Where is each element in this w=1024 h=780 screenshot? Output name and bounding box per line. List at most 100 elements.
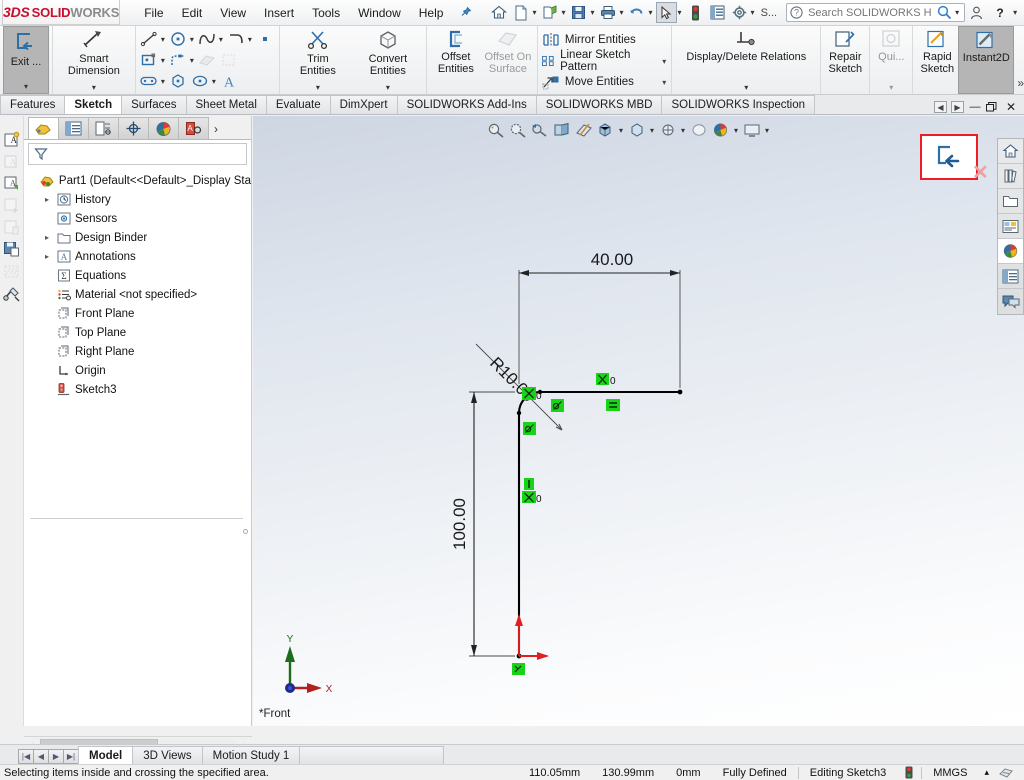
relation-vertical[interactable] (524, 478, 534, 490)
relation-coincident-origin[interactable] (512, 663, 525, 675)
user-icon[interactable] (965, 3, 987, 23)
ellipse-icon[interactable] (190, 72, 211, 91)
nav-next-button[interactable]: ▶ (48, 749, 64, 764)
tree-item-history[interactable]: ▸ History (28, 190, 251, 209)
addins-manager-tab[interactable]: A (178, 117, 209, 139)
tab-sheet-metal[interactable]: Sheet Metal (185, 95, 267, 114)
more-tabs-chevron-icon[interactable]: › (214, 122, 218, 139)
mirror-entities-button[interactable]: Mirror Entities (541, 30, 668, 50)
tree-item-material[interactable]: Material <not specified> (28, 285, 251, 304)
tree-item-top-plane[interactable]: Top Plane (28, 323, 251, 342)
tree-item-front-plane[interactable]: Front Plane (28, 304, 251, 323)
relation-horizontal-top[interactable]: 0 (596, 373, 616, 387)
configuration-manager-tab[interactable] (88, 117, 119, 139)
tab-solidworks-mbd[interactable]: SOLIDWORKS MBD (535, 95, 663, 114)
print-icon[interactable] (598, 2, 619, 23)
rectangle-icon[interactable] (139, 51, 160, 70)
menu-item-view[interactable]: View (212, 3, 254, 23)
convert-entities-dropdown[interactable]: ▾ (386, 83, 390, 94)
options-dropdown-caret[interactable]: ▾ (751, 8, 755, 17)
save-sheet-format-icon[interactable] (2, 240, 22, 259)
doc-prev-button[interactable]: ◀ (934, 101, 947, 113)
relation-tangent-upper[interactable] (551, 399, 564, 412)
print-dropdown-caret[interactable]: ▾ (620, 8, 624, 17)
search-input[interactable] (806, 5, 935, 20)
tab-dimxpert[interactable]: DimXpert (329, 95, 398, 114)
nav-first-button[interactable]: |◀ (18, 749, 34, 764)
search-dropdown-caret[interactable]: ▾ (955, 8, 959, 17)
line-dropdown-caret[interactable]: ▾ (161, 35, 165, 44)
instant2d-button[interactable]: Instant2D (958, 26, 1015, 94)
point-icon[interactable] (255, 30, 276, 49)
slot-dropdown-caret[interactable]: ▾ (161, 77, 165, 86)
line-icon[interactable] (139, 30, 160, 49)
rebuild-icon[interactable] (685, 2, 706, 23)
dimxpert-manager-tab[interactable] (118, 117, 149, 139)
tab-solidworks-add-ins[interactable]: SOLIDWORKS Add-Ins (396, 95, 537, 114)
slot-icon[interactable] (139, 72, 160, 91)
quickaccess-overflow-label[interactable]: S... (758, 6, 781, 20)
new-document-icon[interactable] (510, 2, 531, 23)
relation-vertical-secondary[interactable]: 0 (522, 491, 542, 505)
display-manager-tab[interactable] (148, 117, 179, 139)
doc-restore-button[interactable] (986, 102, 1000, 112)
circle-icon[interactable] (168, 30, 189, 49)
rebuild-indicator-icon[interactable] (897, 766, 921, 779)
menu-item-help[interactable]: Help (411, 3, 452, 23)
polygon-icon[interactable] (168, 72, 189, 91)
note-green-icon[interactable]: A (2, 174, 22, 193)
tab-features[interactable]: Features (0, 95, 66, 114)
nav-last-button[interactable]: ▶| (63, 749, 79, 764)
menu-item-window[interactable]: Window (350, 3, 409, 23)
sketch-fillet-icon[interactable] (168, 51, 189, 70)
arc-icon[interactable] (226, 30, 247, 49)
nav-prev-button[interactable]: ◀ (33, 749, 49, 764)
graphics-area[interactable]: ▾ ▾ ▾ ▾ ▾ ✕ 40.00 100.00 R10.00 0 0 0 Y … (253, 116, 1024, 726)
linear-sketch-pattern-dropdown[interactable]: ▾ (648, 57, 666, 66)
fillet-dropdown-caret[interactable]: ▾ (190, 56, 194, 65)
overlay-icon[interactable] (995, 766, 1018, 779)
tab-sketch[interactable]: Sketch (64, 95, 123, 114)
help-dropdown-caret[interactable]: ▾ (1013, 8, 1017, 17)
doc-minimize-button[interactable]: — (968, 101, 982, 113)
circle-dropdown-caret[interactable]: ▾ (190, 35, 194, 44)
file-properties-icon[interactable] (707, 2, 728, 23)
select-arrow-icon[interactable] (655, 2, 677, 23)
undo-icon[interactable] (627, 2, 648, 23)
tree-item-origin[interactable]: Origin (28, 361, 251, 380)
status-units-caret[interactable]: ▴ (978, 767, 995, 778)
rectangle-dropdown-caret[interactable]: ▾ (161, 56, 165, 65)
note-icon[interactable]: A (2, 130, 22, 149)
save-dropdown-caret[interactable]: ▾ (590, 8, 594, 17)
undo-dropdown-caret[interactable]: ▾ (649, 8, 653, 17)
bottom-tab-model[interactable]: Model (78, 746, 134, 764)
pin-icon[interactable] (459, 6, 472, 19)
move-entities-button[interactable]: Move Entities ▾ (541, 72, 668, 92)
trim-entities-button[interactable]: Trim Entities ▾ (283, 26, 353, 94)
tree-item-design-binder[interactable]: ▸ Design Binder (28, 228, 251, 247)
exit-sketch-dropdown[interactable]: ▾ (24, 82, 28, 93)
convert-entities-button[interactable]: Convert Entities ▾ (353, 26, 423, 94)
annotations-twisty[interactable]: ▸ (42, 252, 52, 261)
rapid-sketch-button[interactable]: Rapid Sketch (916, 26, 958, 94)
doc-close-button[interactable]: ✕ (1004, 100, 1018, 114)
ellipse-dropdown-caret[interactable]: ▾ (212, 77, 216, 86)
exit-sketch-button[interactable]: Exit ... ▾ (3, 26, 49, 94)
property-manager-tab[interactable] (58, 117, 89, 139)
relation-corner-marker[interactable]: 0 (522, 387, 542, 402)
bottom-tab-motion-study-1[interactable]: Motion Study 1 (201, 746, 301, 764)
home-icon[interactable] (488, 2, 509, 23)
tab-evaluate[interactable]: Evaluate (265, 95, 331, 114)
new-document-dropdown-caret[interactable]: ▾ (532, 8, 536, 17)
save-icon[interactable] (568, 2, 589, 23)
tree-resize-handle[interactable] (243, 529, 248, 534)
menu-item-insert[interactable]: Insert (256, 3, 302, 23)
ribbon-overflow-button[interactable]: » (1017, 26, 1024, 94)
tab-solidworks-inspection[interactable]: SOLIDWORKS Inspection (661, 95, 816, 114)
tree-item-sensors[interactable]: Sensors (28, 209, 251, 228)
repair-sketch-button[interactable]: Repair Sketch (824, 26, 866, 94)
tree-item-annotations[interactable]: ▸ A Annotations (28, 247, 251, 266)
history-twisty[interactable]: ▸ (42, 195, 52, 204)
select-dropdown-caret[interactable]: ▾ (678, 8, 682, 17)
status-units[interactable]: MMGS (922, 767, 978, 779)
